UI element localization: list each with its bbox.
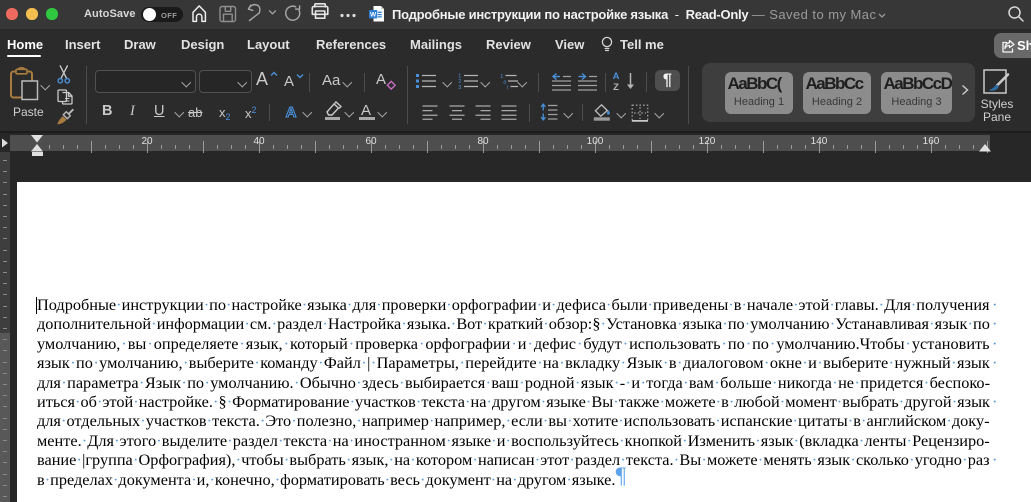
svg-text:3: 3 xyxy=(458,85,461,91)
svg-text:Z: Z xyxy=(613,82,619,93)
svg-text:A: A xyxy=(286,104,297,121)
svg-text:A: A xyxy=(612,71,619,82)
svg-text:i: i xyxy=(507,85,508,91)
svg-text:W: W xyxy=(370,12,377,19)
